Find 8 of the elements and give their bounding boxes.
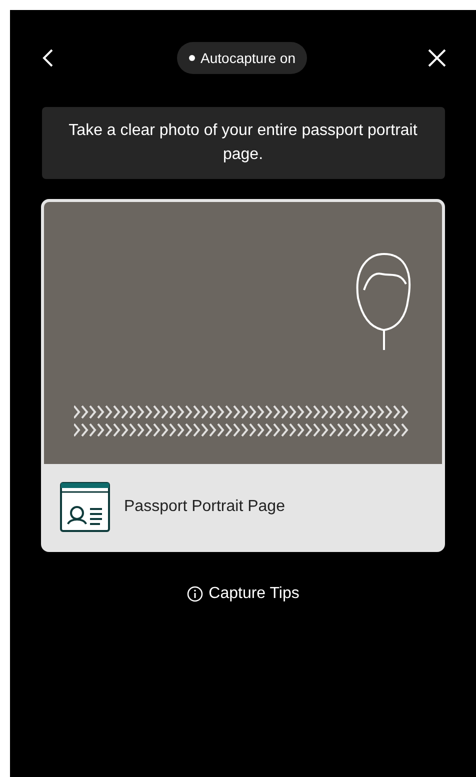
- status-text: Autocapture on: [200, 48, 296, 68]
- instruction-banner: Take a clear photo of your entire passport portrait page.: [42, 107, 444, 179]
- back-icon: [42, 48, 54, 68]
- passport-page-icon: [60, 482, 110, 532]
- capture-tips-link[interactable]: Capture Tips: [186, 582, 300, 606]
- close-icon: [427, 48, 447, 68]
- document-type-label: Passport Portrait Page: [124, 496, 285, 516]
- info-icon: [186, 586, 203, 602]
